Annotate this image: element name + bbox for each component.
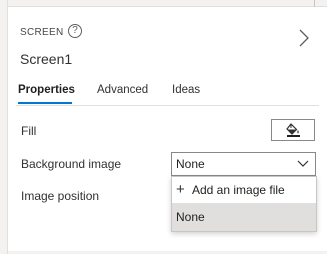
none-option-label: None	[176, 210, 205, 224]
background-image-label: Background image	[21, 157, 122, 171]
tab-advanced[interactable]: Advanced	[97, 84, 148, 96]
tabs-divider	[16, 105, 319, 106]
background-image-dropdown: + Add an image file None	[171, 176, 317, 232]
background-image-value: None	[176, 157, 205, 171]
add-image-file-option[interactable]: + Add an image file	[172, 177, 316, 203]
control-kind-label: SCREEN	[20, 27, 64, 38]
properties-pane: SCREEN ? Screen1 Properties Advanced Ide…	[8, 7, 327, 251]
active-tab-indicator	[18, 102, 72, 104]
paint-bucket-icon	[286, 123, 300, 137]
fill-label: Fill	[21, 124, 37, 138]
image-position-label: Image position	[21, 189, 100, 203]
tab-ideas[interactable]: Ideas	[172, 84, 200, 96]
top-toolbar-edge	[8, 0, 327, 7]
help-icon[interactable]: ?	[68, 24, 82, 38]
plus-icon: +	[176, 181, 185, 198]
tab-bar: Properties Advanced Ideas	[8, 81, 327, 107]
background-image-select[interactable]: None	[171, 152, 316, 176]
left-panel-edge	[0, 0, 8, 254]
toolbar-divider	[314, 0, 315, 7]
none-option[interactable]: None	[172, 203, 316, 231]
tab-properties[interactable]: Properties	[18, 84, 75, 96]
chevron-right-icon[interactable]	[298, 29, 310, 47]
fill-color-button[interactable]	[271, 119, 315, 141]
add-image-file-label: Add an image file	[192, 183, 285, 197]
chevron-down-icon	[297, 160, 309, 167]
screen-name: Screen1	[20, 51, 73, 67]
